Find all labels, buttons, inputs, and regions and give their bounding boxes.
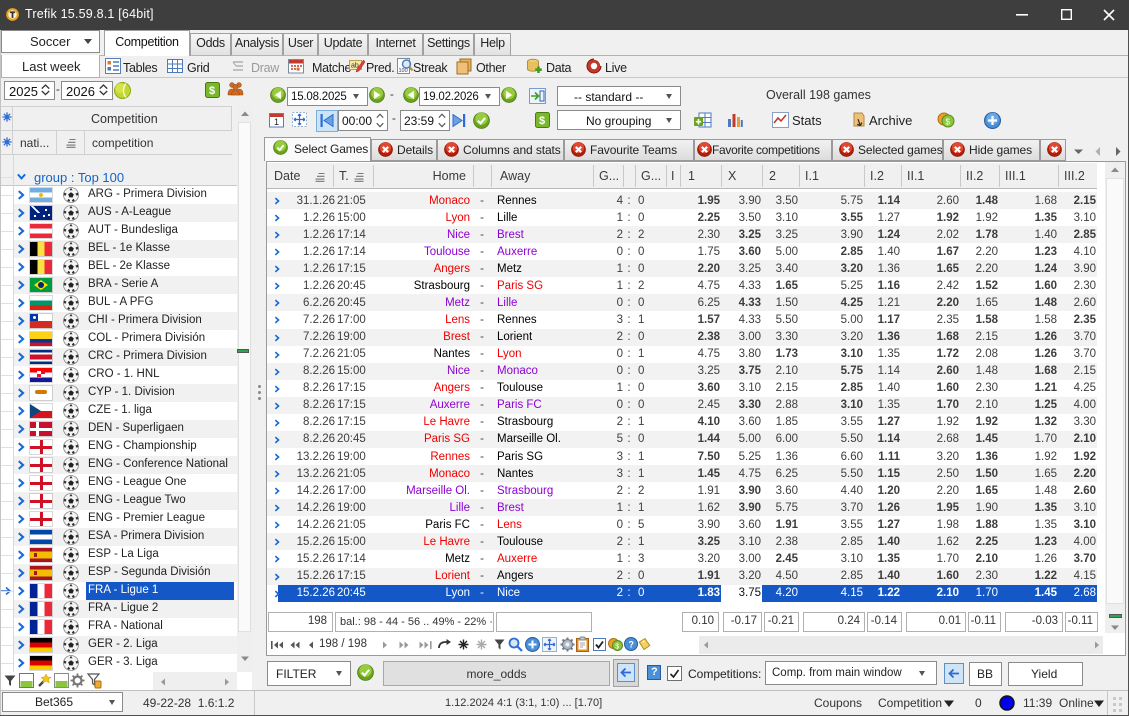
svg-text:?: ? [629,640,635,650]
svg-text:$: $ [209,85,215,97]
svg-text:$: $ [946,118,951,127]
svg-text:1: 1 [274,117,279,127]
svg-text:$: $ [539,115,545,127]
svg-text:100: 100 [399,68,408,74]
svg-text:$: $ [615,644,619,651]
